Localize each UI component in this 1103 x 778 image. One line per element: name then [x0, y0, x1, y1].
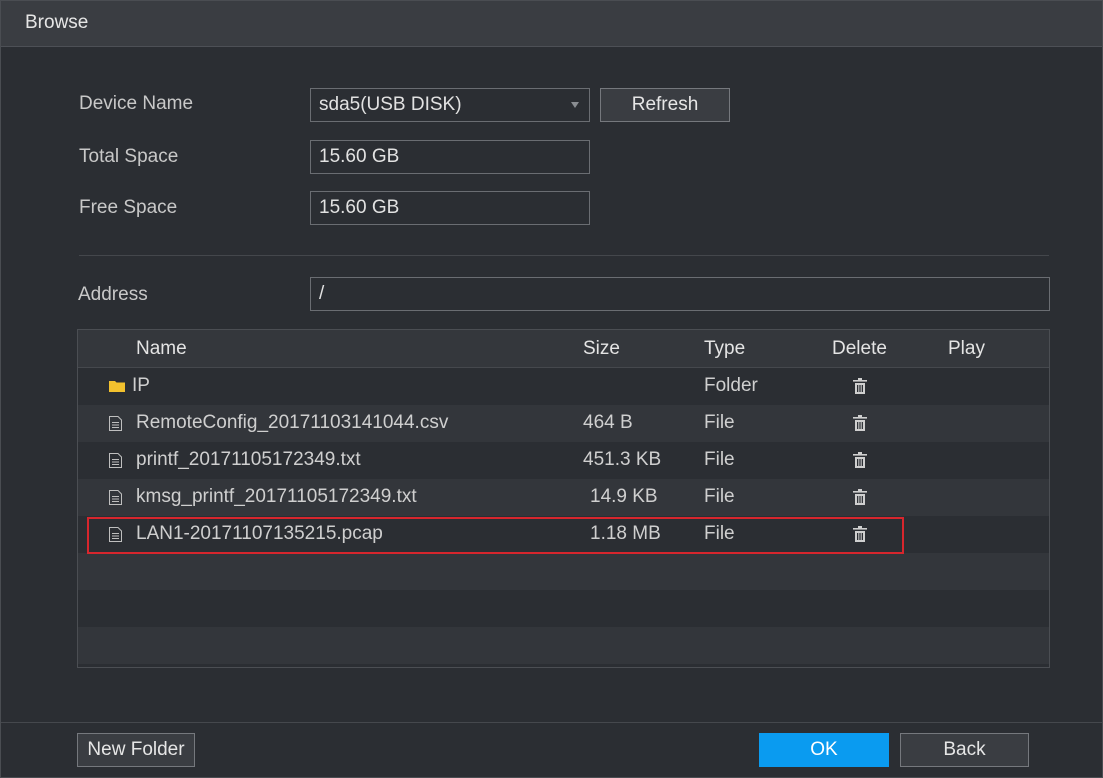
address-value: / [319, 283, 325, 304]
address-field[interactable]: / [310, 277, 1050, 311]
chevron-down-icon [571, 102, 579, 108]
file-type: File [704, 523, 735, 544]
trash-icon[interactable] [853, 378, 867, 394]
empty-row [78, 553, 1049, 590]
section-divider [79, 255, 1049, 256]
file-icon [109, 490, 122, 505]
total-space-label: Total Space [79, 146, 179, 167]
file-type: File [704, 412, 735, 433]
file-type: File [704, 449, 735, 470]
column-header-delete: Delete [832, 338, 887, 359]
file-icon [109, 527, 122, 542]
file-size: 464 B [583, 412, 633, 433]
empty-row [78, 627, 1049, 664]
refresh-button[interactable]: Refresh [600, 88, 730, 122]
address-label: Address [78, 284, 148, 305]
free-space-label: Free Space [79, 197, 178, 218]
free-space-value: 15.60 GB [319, 197, 400, 218]
file-size: 1.18 MB [590, 523, 661, 544]
file-icon [109, 453, 122, 468]
free-space-field: 15.60 GB [310, 191, 590, 225]
trash-icon[interactable] [853, 489, 867, 505]
folder-icon [109, 381, 125, 392]
table-row[interactable]: RemoteConfig_20171103141044.csv 464 B Fi… [78, 405, 1049, 442]
table-header: Name Size Type Delete Play [78, 330, 1049, 368]
file-name: printf_20171105172349.txt [136, 449, 361, 470]
column-header-size: Size [583, 338, 620, 359]
total-space-value: 15.60 GB [319, 146, 400, 167]
column-header-play: Play [948, 338, 985, 359]
total-space-field: 15.60 GB [310, 140, 590, 174]
file-size: 451.3 KB [583, 449, 662, 470]
file-name: kmsg_printf_20171105172349.txt [136, 486, 417, 507]
trash-icon[interactable] [853, 526, 867, 542]
file-table: Name Size Type Delete Play IP Folder Rem… [77, 329, 1050, 668]
empty-row [78, 590, 1049, 627]
device-name-label: Device Name [79, 93, 194, 114]
browse-dialog: Browse Device Name sda5(USB DISK) Refres… [0, 0, 1103, 778]
footer-divider [1, 722, 1102, 723]
file-icon [109, 416, 122, 431]
file-type: File [704, 486, 735, 507]
table-row[interactable]: kmsg_printf_20171105172349.txt 14.9 KB F… [78, 479, 1049, 516]
device-name-value: sda5(USB DISK) [319, 94, 462, 115]
dialog-title: Browse [25, 12, 89, 33]
device-name-select[interactable]: sda5(USB DISK) [310, 88, 590, 122]
column-header-name: Name [136, 338, 187, 359]
ok-button[interactable]: OK [759, 733, 889, 767]
table-row[interactable]: printf_20171105172349.txt 451.3 KB File [78, 442, 1049, 479]
file-name: LAN1-20171107135215.pcap [136, 523, 383, 544]
file-name: IP [132, 375, 150, 396]
trash-icon[interactable] [853, 452, 867, 468]
title-bar: Browse [1, 1, 1102, 47]
file-size: 14.9 KB [590, 486, 658, 507]
new-folder-button[interactable]: New Folder [77, 733, 195, 767]
file-name: RemoteConfig_20171103141044.csv [136, 412, 449, 433]
column-header-type: Type [704, 338, 746, 359]
back-button[interactable]: Back [900, 733, 1029, 767]
file-type: Folder [704, 375, 758, 396]
trash-icon[interactable] [853, 415, 867, 431]
table-row[interactable]: IP Folder [78, 368, 1049, 405]
table-row[interactable]: LAN1-20171107135215.pcap 1.18 MB File [78, 516, 1049, 553]
